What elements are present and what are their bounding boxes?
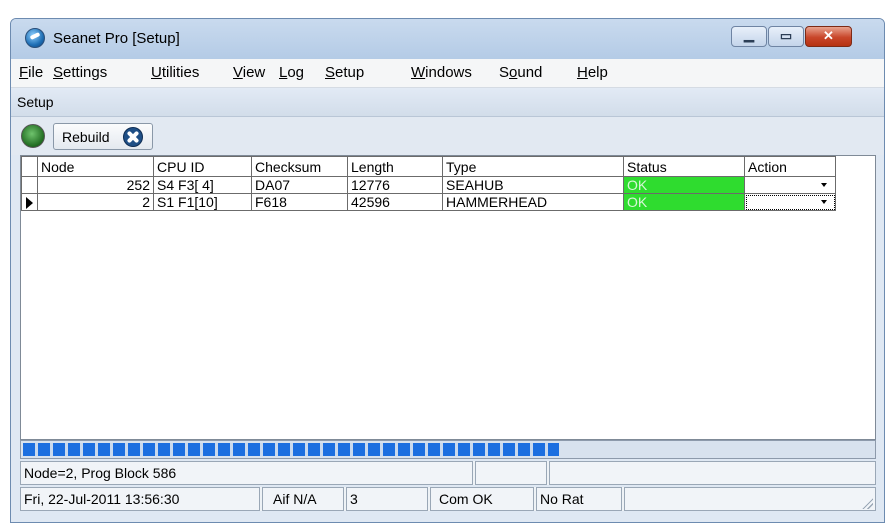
status-row-info: Fri, 22-Jul-2011 13:56:30 Aif N/A 3 Com …: [20, 487, 876, 511]
cell-length[interactable]: 12776: [347, 176, 443, 194]
cell-node[interactable]: 252: [37, 176, 154, 194]
title-bar[interactable]: Seanet Pro [Setup] ▁ ▭ ✕: [11, 19, 884, 59]
dropdown-arrow-icon[interactable]: [821, 183, 827, 187]
close-icon: ✕: [823, 28, 834, 43]
app-globe-icon[interactable]: [25, 28, 45, 48]
header-type[interactable]: Type: [442, 156, 624, 177]
fan-icon: [123, 127, 143, 147]
status-aif: Aif N/A: [262, 487, 344, 511]
progress-fill: [23, 443, 559, 456]
rebuild-label: Rebuild: [62, 129, 110, 145]
node-table: Node CPU ID Checksum Length Type Status …: [21, 156, 836, 211]
menu-help[interactable]: Help: [577, 64, 608, 81]
menu-view[interactable]: View: [233, 64, 265, 81]
rebuild-button[interactable]: Rebuild: [53, 123, 153, 150]
header-cpu-id[interactable]: CPU ID: [153, 156, 252, 177]
menu-windows[interactable]: Windows: [411, 64, 472, 81]
status-message: Node=2, Prog Block 586: [20, 461, 473, 485]
table-row[interactable]: 2 S1 F1[10] F618 42596 HAMMERHEAD OK: [21, 193, 836, 211]
row-indicator-cell[interactable]: [21, 176, 38, 194]
cell-action-dropdown[interactable]: [744, 193, 836, 211]
menu-file[interactable]: File: [19, 64, 43, 81]
header-length[interactable]: Length: [347, 156, 443, 177]
cell-action-dropdown[interactable]: [744, 176, 836, 194]
menu-log[interactable]: Log: [279, 64, 304, 81]
cell-checksum[interactable]: DA07: [251, 176, 348, 194]
header-checksum[interactable]: Checksum: [251, 156, 348, 177]
node-table-panel: Node CPU ID Checksum Length Type Status …: [20, 155, 876, 440]
row-indicator-cell[interactable]: [21, 193, 38, 211]
table-header-row: Node CPU ID Checksum Length Type Status …: [21, 156, 836, 177]
status-row-message: Node=2, Prog Block 586: [20, 461, 876, 485]
table-row[interactable]: 252 S4 F3[ 4] DA07 12776 SEAHUB OK: [21, 176, 836, 194]
cell-type[interactable]: HAMMERHEAD: [442, 193, 624, 211]
window-title: Seanet Pro [Setup]: [53, 30, 180, 47]
menu-settings[interactable]: Settings: [53, 64, 107, 81]
status-com: Com OK: [430, 487, 534, 511]
minimize-button[interactable]: ▁: [731, 26, 767, 47]
minimize-icon: ▁: [744, 27, 754, 42]
cell-node[interactable]: 2: [37, 193, 154, 211]
status-count: 3: [346, 487, 428, 511]
status-last: [624, 487, 876, 511]
dropdown-arrow-icon[interactable]: [821, 200, 827, 204]
header-action[interactable]: Action: [744, 156, 836, 177]
menu-sound[interactable]: Sound: [499, 64, 542, 81]
cell-cpu-id[interactable]: S4 F3[ 4]: [153, 176, 252, 194]
run-indicator-icon[interactable]: [21, 124, 45, 148]
cell-length[interactable]: 42596: [347, 193, 443, 211]
status-panel-extra1: [475, 461, 547, 485]
close-button[interactable]: ✕: [805, 26, 852, 47]
menu-setup[interactable]: Setup: [325, 64, 364, 81]
cell-cpu-id[interactable]: S1 F1[10]: [153, 193, 252, 211]
toolbar: Rebuild: [11, 117, 884, 155]
maximize-icon: ▭: [779, 28, 793, 43]
setup-label: Setup: [17, 94, 54, 110]
header-status[interactable]: Status: [623, 156, 745, 177]
cell-status[interactable]: OK: [623, 193, 745, 211]
main-window: Seanet Pro [Setup] ▁ ▭ ✕ File Settings U…: [10, 18, 885, 523]
setup-panel-header: Setup: [11, 88, 884, 117]
status-datetime: Fri, 22-Jul-2011 13:56:30: [20, 487, 260, 511]
status-rat: No Rat: [536, 487, 622, 511]
cell-type[interactable]: SEAHUB: [442, 176, 624, 194]
menu-utilities[interactable]: Utilities: [151, 64, 199, 81]
header-indicator-cell: [21, 156, 38, 177]
progress-bar: [20, 440, 876, 459]
menu-bar: File Settings Utilities View Log Setup W…: [11, 59, 884, 88]
resize-grip-icon[interactable]: [861, 497, 873, 509]
maximize-button[interactable]: ▭: [768, 26, 804, 47]
row-pointer-icon: [26, 197, 33, 209]
cell-status[interactable]: OK: [623, 176, 745, 194]
status-panel-extra2: [549, 461, 876, 485]
cell-checksum[interactable]: F618: [251, 193, 348, 211]
header-node[interactable]: Node: [37, 156, 154, 177]
